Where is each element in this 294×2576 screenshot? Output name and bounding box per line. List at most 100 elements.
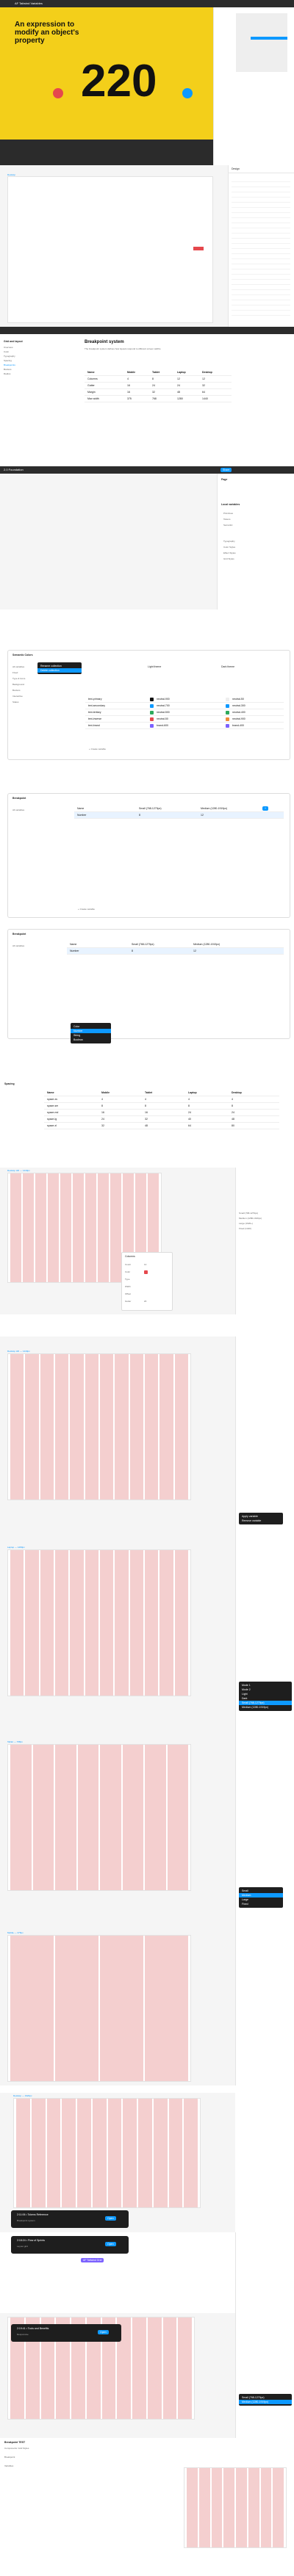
table-row[interactable]: text-tertiary neutral-500 neutral-400: [85, 709, 284, 716]
section-15: 2:18:24 • Flow of Sprints Layout grid Op…: [0, 2232, 235, 2313]
grid-frame[interactable]: [13, 2098, 201, 2208]
menu-item[interactable]: Remove variable: [239, 1519, 283, 1523]
cell[interactable]: 24: [101, 1118, 142, 1121]
group-item[interactable]: Borders: [12, 689, 35, 695]
cell[interactable]: 24: [188, 1111, 229, 1114]
cell[interactable]: 40: [188, 1118, 229, 1121]
grid-color-swatch[interactable]: [144, 1270, 148, 1274]
gutter-value[interactable]: 20: [144, 1300, 146, 1303]
desktop-frame[interactable]: [7, 176, 213, 323]
video-side-panel: [213, 7, 294, 165]
table-row[interactable]: text-primary neutral-900 neutral-50: [85, 696, 284, 703]
table-row[interactable]: space-lg 24 32 40 48: [44, 1116, 279, 1123]
var-name: Number: [70, 949, 79, 952]
table-row[interactable]: space-md 16 16 24 24: [44, 1110, 279, 1116]
cell[interactable]: 4: [101, 1098, 142, 1101]
cell[interactable]: 8: [188, 1104, 229, 1107]
cell: 12: [202, 377, 205, 380]
grid-frame[interactable]: [7, 1353, 191, 1500]
swatch: [226, 703, 229, 708]
variable-option[interactable]: Small (768-1279px): [239, 1212, 292, 1217]
grid-frame[interactable]: [7, 1935, 191, 2082]
variable-option[interactable]: Large (1920+): [239, 1222, 292, 1227]
var-medium[interactable]: 12: [201, 814, 259, 817]
group-item[interactable]: Fixed: [12, 671, 35, 677]
cell[interactable]: 24: [232, 1111, 272, 1114]
banner-open-button[interactable]: Open: [98, 2330, 109, 2334]
menu-item[interactable]: Delete collection: [37, 668, 82, 673]
cell[interactable]: 16: [101, 1111, 142, 1114]
video-banner: 2:11:06 • Tokens Reference Breakpoint sy…: [11, 2210, 129, 2228]
table-row[interactable]: Number 8 12: [74, 812, 284, 819]
table-row[interactable]: space-xl 32 48 64 80: [44, 1123, 279, 1129]
group-item[interactable]: Status: [12, 701, 35, 706]
group-item[interactable]: All variables: [12, 808, 24, 811]
group-item[interactable]: Type & Icons: [12, 677, 35, 683]
table-row[interactable]: text-inverse neutral-50 neutral-900: [85, 716, 284, 723]
cell[interactable]: 4: [145, 1098, 185, 1101]
mode-header[interactable]: Dark theme: [221, 665, 234, 668]
create-variable-button[interactable]: + Create variable: [78, 908, 95, 911]
popover-item: Type: [125, 1278, 130, 1281]
modal-title[interactable]: Semantic Colors: [12, 654, 33, 656]
swatch: [150, 703, 154, 708]
cell[interactable]: 16: [145, 1111, 185, 1114]
right-dot: [182, 88, 193, 98]
cell[interactable]: 4: [232, 1098, 272, 1101]
cell[interactable]: 80: [232, 1124, 272, 1127]
cell[interactable]: 8: [101, 1104, 142, 1107]
folder-item[interactable]: Variables: [4, 2464, 13, 2467]
bottom-frame[interactable]: [184, 2467, 287, 2548]
cell[interactable]: 48: [232, 1118, 272, 1121]
menu-item[interactable]: Boolean: [71, 1038, 111, 1042]
cell[interactable]: 32: [101, 1124, 142, 1127]
table-row[interactable]: Number 8 12: [67, 948, 284, 955]
share-button[interactable]: Share: [220, 468, 232, 472]
table-row: Gutter 16 24 24 32: [85, 383, 232, 389]
cell: 8: [152, 377, 154, 380]
cell[interactable]: 48: [145, 1124, 185, 1127]
var-medium[interactable]: 12: [193, 949, 252, 952]
style-item[interactable]: Typography: [223, 540, 235, 543]
var-small[interactable]: 8: [132, 949, 190, 952]
grid-frame[interactable]: [7, 1549, 191, 1696]
banner-open-button[interactable]: Open: [105, 2242, 116, 2246]
variable-option[interactable]: Medium (1280-1919px): [239, 1217, 292, 1222]
banner-open-button[interactable]: Open: [105, 2216, 116, 2221]
table-row[interactable]: text-secondary neutral-700 neutral-300: [85, 703, 284, 709]
style-item[interactable]: Color Styles: [223, 546, 235, 549]
group-item[interactable]: Interactive: [12, 695, 35, 701]
group-item[interactable]: Background: [12, 683, 35, 689]
grid-frame[interactable]: [7, 1744, 191, 1891]
mode-header[interactable]: Light theme: [148, 665, 161, 668]
cell[interactable]: 8: [232, 1104, 272, 1107]
modal-title[interactable]: Breakpoint: [12, 797, 26, 800]
cell[interactable]: 4: [188, 1098, 229, 1101]
cell[interactable]: 32: [145, 1118, 185, 1121]
breakpoints-label: Breakpoint: [4, 2456, 15, 2459]
collection-item[interactable]: Primitives: [223, 512, 233, 515]
variable-option[interactable]: Fixed (1440): [239, 1227, 292, 1232]
collection-item[interactable]: Semantic: [223, 524, 233, 527]
group-item[interactable]: All variables: [12, 944, 24, 947]
doc-sidebar-item[interactable]: Radius: [4, 372, 55, 377]
modal-title[interactable]: Breakpoint: [12, 933, 26, 936]
style-item[interactable]: Effect Styles: [223, 551, 236, 554]
create-variable-button[interactable]: + Create variable: [89, 748, 106, 750]
menu-item[interactable]: Medium (1280-1919px): [239, 1705, 292, 1710]
group-item[interactable]: All variables: [12, 665, 35, 671]
var-small[interactable]: 8: [139, 814, 198, 817]
add-mode-button[interactable]: +: [262, 806, 269, 811]
menu-item[interactable]: Fixed: [239, 1902, 283, 1906]
table-row[interactable]: text-brand brand-600 brand-400: [85, 723, 284, 729]
table-row[interactable]: space-xs 4 4 4 4: [44, 1096, 279, 1103]
count-value[interactable]: 12: [144, 1263, 146, 1266]
table-row[interactable]: space-sm 8 8 8 8: [44, 1103, 279, 1110]
collection-item[interactable]: Tokens: [223, 518, 231, 521]
cell[interactable]: 64: [188, 1124, 229, 1127]
var-name: text-inverse: [88, 717, 102, 720]
tab-title[interactable]: AF Tailwind Variables: [15, 1, 43, 5]
style-item[interactable]: Grid Styles: [223, 557, 234, 560]
cell[interactable]: 8: [145, 1104, 185, 1107]
menu-item[interactable]: Medium (1280-1919px): [239, 2400, 292, 2404]
